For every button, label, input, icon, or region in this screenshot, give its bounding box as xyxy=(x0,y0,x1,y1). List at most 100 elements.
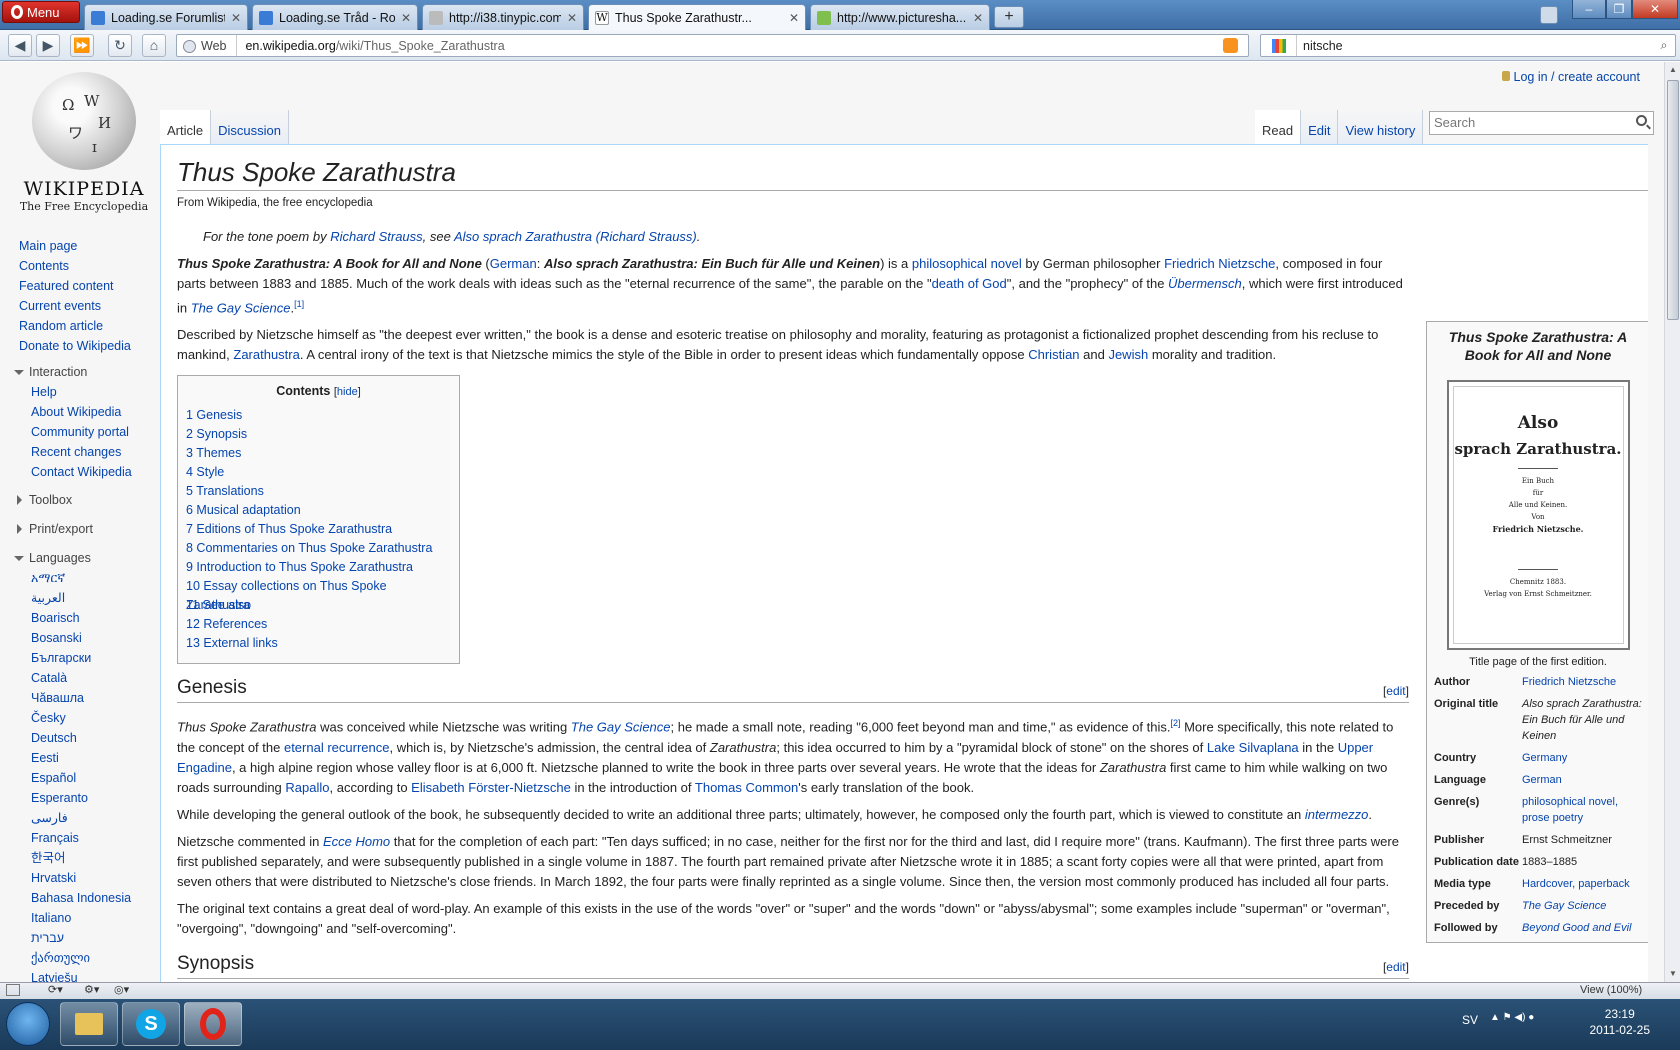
language-link[interactable]: Esperanto xyxy=(0,788,160,808)
language-link[interactable]: Català xyxy=(0,668,160,688)
link[interactable]: Richard Strauss xyxy=(330,229,422,244)
sidebar-item-contact[interactable]: Contact Wikipedia xyxy=(0,462,160,482)
toc-item[interactable]: 8 Commentaries on Thus Spoke Zarathustra xyxy=(186,539,451,558)
language-link[interactable]: Boarisch xyxy=(0,608,160,628)
link[interactable]: philosophical novel xyxy=(912,256,1022,271)
reload-button[interactable]: ↻ xyxy=(108,34,132,57)
language-link[interactable]: Deutsch xyxy=(0,728,160,748)
infobox-value[interactable]: The Gay Science xyxy=(1522,898,1642,914)
link[interactable]: Thomas Common xyxy=(695,780,798,795)
tab-edit[interactable]: Edit xyxy=(1301,110,1339,144)
language-link[interactable]: Italiano xyxy=(0,908,160,928)
tab-loading-trad[interactable]: Loading.se Tråd - Rolig...✕ xyxy=(252,4,418,30)
link[interactable]: German xyxy=(490,256,537,271)
language-link[interactable]: Latviešu xyxy=(0,968,160,982)
close-tab-icon[interactable]: ✕ xyxy=(789,11,799,25)
scroll-down-icon[interactable]: ▼ xyxy=(1665,966,1680,982)
tab-read[interactable]: Read xyxy=(1255,110,1302,144)
link[interactable]: Zarathustra xyxy=(233,347,299,362)
toc-item[interactable]: 9 Introduction to Thus Spoke Zarathustra xyxy=(186,558,451,577)
link[interactable]: Elisabeth Förster-Nietzsche xyxy=(411,780,571,795)
maximize-button[interactable]: ❐ xyxy=(1606,0,1632,19)
sidebar-item-recent-changes[interactable]: Recent changes xyxy=(0,442,160,462)
sidebar-item-donate[interactable]: Donate to Wikipedia xyxy=(0,336,160,356)
opera-taskbar-button[interactable] xyxy=(184,1002,242,1046)
reference-link[interactable]: [2] xyxy=(1170,718,1180,728)
scroll-up-icon[interactable]: ▲ xyxy=(1665,62,1680,78)
panel-toggle-icon[interactable] xyxy=(6,984,20,996)
toc-item[interactable]: 12 References xyxy=(186,615,451,634)
sidebar-item-contents[interactable]: Contents xyxy=(0,256,160,276)
link[interactable]: The Gay Science xyxy=(571,720,671,735)
link[interactable]: intermezzo xyxy=(1305,807,1369,822)
language-link[interactable]: Български xyxy=(0,648,160,668)
toc-item[interactable]: 1 Genesis xyxy=(186,406,451,425)
toc-item[interactable]: 6 Musical adaptation xyxy=(186,501,451,520)
close-tab-icon[interactable]: ✕ xyxy=(401,11,411,25)
infobox-value[interactable]: Hardcover, paperback xyxy=(1522,876,1642,892)
back-button[interactable]: ◀ xyxy=(8,34,32,57)
language-link[interactable]: العربية xyxy=(0,588,160,608)
close-window-button[interactable]: ✕ xyxy=(1632,0,1678,19)
toc-item[interactable]: 2 Synopsis xyxy=(186,425,451,444)
infobox-value[interactable]: Beyond Good and Evil xyxy=(1522,920,1642,936)
login-link[interactable]: Log in / create account xyxy=(1514,70,1640,84)
skype-taskbar-button[interactable]: S xyxy=(122,1002,180,1046)
sidebar-section-languages[interactable]: Languages xyxy=(0,548,160,568)
link[interactable]: eternal recurrence xyxy=(284,740,390,755)
input-language[interactable]: SV xyxy=(1462,1013,1478,1027)
sidebar-item-random-article[interactable]: Random article xyxy=(0,316,160,336)
fast-forward-button[interactable]: ⏩ xyxy=(70,34,94,57)
language-link[interactable]: ქართული xyxy=(0,948,160,968)
sidebar-item-current-events[interactable]: Current events xyxy=(0,296,160,316)
sidebar-item-main-page[interactable]: Main page xyxy=(0,236,160,256)
sidebar-section-toolbox[interactable]: Toolbox xyxy=(0,490,160,510)
home-button[interactable]: ⌂ xyxy=(142,34,166,57)
language-link[interactable]: Bahasa Indonesia xyxy=(0,888,160,908)
minimize-button[interactable]: – xyxy=(1572,0,1606,19)
title-page-image[interactable]: Also sprach Zarathustra. Ein Buch für Al… xyxy=(1446,380,1630,650)
vertical-scrollbar[interactable]: ▲ ▼ xyxy=(1664,62,1680,982)
forward-button[interactable]: ▶ xyxy=(36,34,60,57)
unite-icon[interactable]: ⚙▾ xyxy=(84,983,99,996)
infobox-value[interactable]: philosophical novel, prose poetry xyxy=(1522,794,1642,826)
edit-section-link[interactable]: edit xyxy=(1386,684,1405,698)
search-icon[interactable] xyxy=(1636,115,1647,126)
tab-thus-spoke-zarathustra[interactable]: W Thus Spoke Zarathustr... ✕ xyxy=(588,4,806,31)
tray-icons[interactable]: ▲ ⚑ ◀) ● xyxy=(1490,1012,1534,1023)
link[interactable]: The Gay Science xyxy=(191,300,291,315)
toc-item[interactable]: 13 External links xyxy=(186,634,451,653)
sidebar-item-community-portal[interactable]: Community portal xyxy=(0,422,160,442)
rss-feed-icon[interactable] xyxy=(1223,38,1238,53)
reference-link[interactable]: [1] xyxy=(294,299,304,309)
language-link[interactable]: Hrvatski xyxy=(0,868,160,888)
language-link[interactable]: עברית xyxy=(0,928,160,948)
opera-menu-button[interactable]: Menu xyxy=(2,1,80,23)
link[interactable]: Übermensch xyxy=(1168,276,1242,291)
zoom-control[interactable]: View (100%) xyxy=(1580,984,1642,996)
close-tab-icon[interactable]: ✕ xyxy=(231,11,241,25)
tab-tinypic[interactable]: http://i38.tinypic.com/...✕ xyxy=(422,4,584,30)
link[interactable]: Rapallo xyxy=(285,780,329,795)
toc-item[interactable]: 7 Editions of Thus Spoke Zarathustra xyxy=(186,520,451,539)
search-field[interactable]: nitsche ⌕ xyxy=(1260,34,1676,57)
search-icon[interactable]: ⌕ xyxy=(1653,38,1675,53)
toc-item[interactable]: 10 Essay collections on Thus Spoke Zarat… xyxy=(186,577,451,612)
search-query[interactable]: nitsche xyxy=(1297,39,1653,53)
edit-section-link[interactable]: edit xyxy=(1386,960,1405,974)
language-link[interactable]: 한국어 xyxy=(0,848,160,868)
tab-pictureshack[interactable]: http://www.picturesha... ✕ xyxy=(810,4,990,30)
start-button[interactable] xyxy=(6,1002,50,1046)
sidebar-item-about[interactable]: About Wikipedia xyxy=(0,402,160,422)
scroll-thumb[interactable] xyxy=(1667,80,1679,320)
system-clock[interactable]: 23:19 2011-02-25 xyxy=(1590,1006,1651,1038)
tab-article[interactable]: Article xyxy=(160,110,212,144)
link[interactable]: Also sprach Zarathustra (Richard Strauss… xyxy=(454,229,697,244)
infobox-value[interactable]: Friedrich Nietzsche xyxy=(1522,674,1642,690)
link[interactable]: Ecce Homo xyxy=(323,834,390,849)
wiki-search-input[interactable]: Search xyxy=(1429,111,1654,135)
address-field[interactable]: Web en.wikipedia.org/wiki/Thus_Spoke_Zar… xyxy=(176,34,1249,57)
language-link[interactable]: Bosanski xyxy=(0,628,160,648)
new-tab-button[interactable]: + xyxy=(994,6,1024,28)
toc-hide-link[interactable]: hide xyxy=(337,386,358,398)
